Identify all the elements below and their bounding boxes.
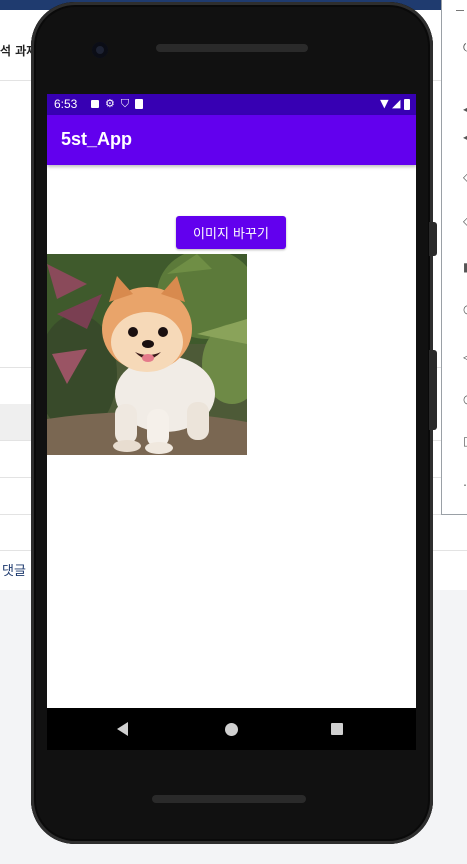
zoom-icon[interactable]: ○: [463, 303, 467, 315]
change-image-button[interactable]: 이미지 바꾸기: [176, 216, 286, 249]
emulator-side-toolbar: ⏻ ◂ ◂ ◇ ◇ ■ ○ ◁ ○ □ ⋯: [441, 0, 467, 515]
app-title: 5st_App: [61, 129, 133, 149]
battery-icon: [404, 98, 410, 110]
status-right-icons: ▼ ◢: [380, 97, 410, 110]
wifi-icon: ▼: [380, 97, 389, 110]
bottom-speaker: [152, 795, 306, 803]
status-left-icons: ⚙ ⛉: [91, 97, 144, 111]
phone-power-button: [429, 350, 437, 430]
back-icon[interactable]: [117, 722, 128, 736]
background-comment-link[interactable]: 댓글: [2, 560, 26, 579]
home-icon[interactable]: ○: [463, 393, 467, 405]
minimize-icon[interactable]: [456, 10, 464, 11]
home-icon[interactable]: [225, 723, 238, 736]
sd-card-icon: [135, 99, 144, 109]
navigation-bar: [47, 708, 416, 750]
more-icon[interactable]: ⋯: [463, 479, 467, 491]
signal-icon: ◢: [392, 97, 401, 110]
status-time: 6:53: [54, 97, 78, 111]
a-icon: [91, 100, 99, 108]
phone-screen: 6:53 ⚙ ⛉ ▼ ◢ 5st_App 이미지 바꾸기: [47, 94, 416, 708]
front-camera: [92, 42, 108, 58]
phone-volume-button: [429, 222, 437, 256]
camera-icon[interactable]: ■: [463, 261, 467, 273]
volume-down-icon[interactable]: ◂: [463, 131, 467, 143]
dog-image: [47, 254, 247, 455]
back-icon[interactable]: ◁: [463, 351, 467, 363]
earpiece-speaker: [156, 44, 308, 52]
power-icon[interactable]: ⏻: [463, 41, 467, 53]
dog-photo-illustration: [47, 254, 247, 455]
rotate-right-icon[interactable]: ◇: [463, 215, 467, 227]
recents-icon[interactable]: [331, 723, 343, 735]
gear-icon: ⚙: [105, 97, 115, 110]
shield-icon: ⛉: [120, 97, 130, 110]
overview-icon[interactable]: □: [463, 435, 467, 447]
app-bar: 5st_App: [47, 115, 416, 165]
volume-up-icon[interactable]: ◂: [463, 103, 467, 115]
rotate-left-icon[interactable]: ◇: [463, 171, 467, 183]
status-bar: 6:53 ⚙ ⛉ ▼ ◢: [47, 94, 416, 115]
